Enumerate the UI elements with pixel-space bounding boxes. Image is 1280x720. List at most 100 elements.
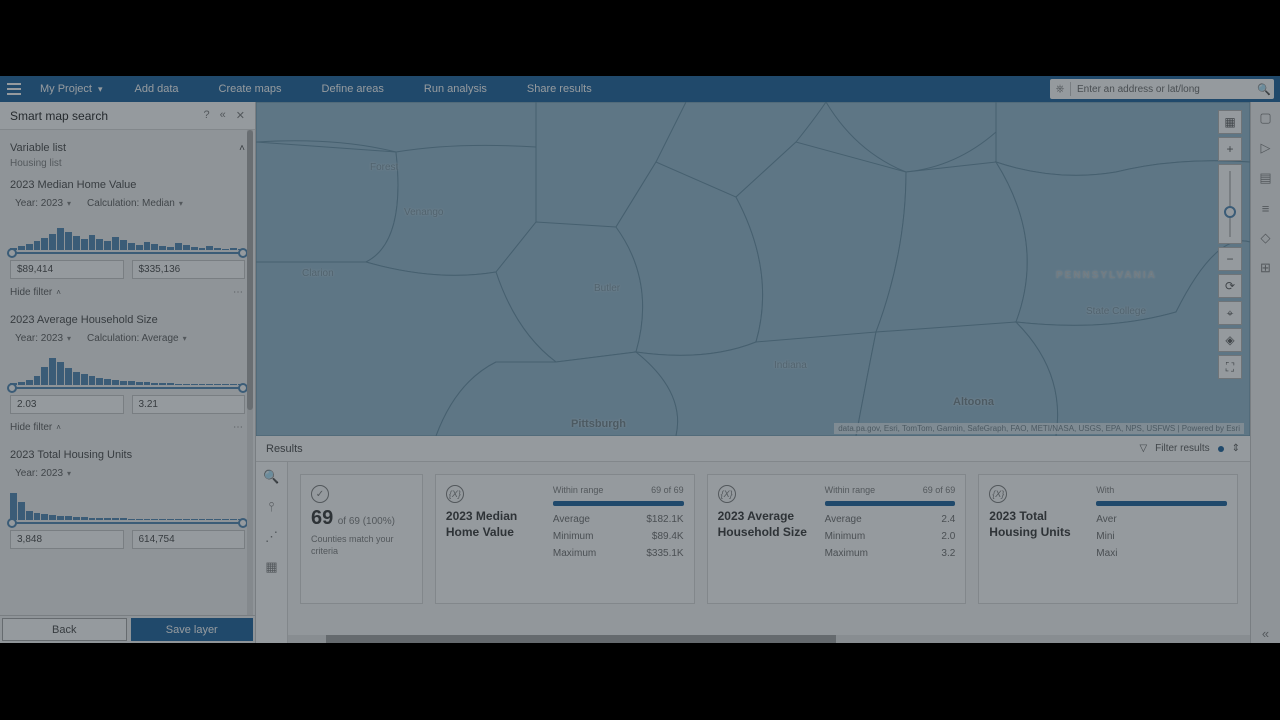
histogram-slider[interactable] xyxy=(10,486,245,526)
variable-icon: {X} xyxy=(989,485,1007,503)
compass-icon[interactable]: ◈ xyxy=(1218,328,1242,352)
menu-icon[interactable] xyxy=(0,76,28,102)
map-label: Indiana xyxy=(774,360,807,371)
tab-table-icon[interactable]: ▦ xyxy=(256,552,287,582)
metric-card: {X} 2023 Average Household Size Within r… xyxy=(707,474,967,604)
year-select[interactable]: Year: 2023▾ xyxy=(10,195,76,212)
nav-define-areas[interactable]: Define areas xyxy=(302,76,404,102)
nav-add-data[interactable]: Add data xyxy=(115,76,199,102)
range-min-input[interactable]: 2.03 xyxy=(10,395,124,414)
slider-handle-min[interactable] xyxy=(7,518,17,528)
variable-block: 2023 Median Home Value Year: 2023▾ Calcu… xyxy=(10,175,245,302)
calc-select[interactable]: Calculation: Median▾ xyxy=(82,195,188,212)
histogram-slider[interactable] xyxy=(10,216,245,256)
save-layer-button[interactable]: Save layer xyxy=(131,618,254,641)
rail-collapse-icon[interactable]: « xyxy=(1256,623,1276,643)
nav-share-results[interactable]: Share results xyxy=(507,76,612,102)
sidebar: Smart map search ? « ✕ Variable list˄ Ho… xyxy=(0,102,256,643)
range-max-input[interactable]: $335,136 xyxy=(132,260,246,279)
search-icon[interactable]: 🔍 xyxy=(1254,83,1274,96)
locate-icon[interactable]: ⌖ xyxy=(1218,301,1242,325)
metric-title: 2023 Total Housing Units xyxy=(989,509,1084,540)
search-input[interactable] xyxy=(1071,84,1254,95)
zoom-slider[interactable] xyxy=(1218,164,1242,244)
map-label: Pittsburgh xyxy=(571,418,626,430)
variable-list-header[interactable]: Variable list˄ xyxy=(10,138,245,158)
variable-list-sub: Housing list xyxy=(10,158,245,169)
top-bar: My Project▾ Add data Create maps Define … xyxy=(0,76,1280,102)
hide-filter-toggle[interactable]: Hide filter˄⋯ xyxy=(10,283,245,302)
chevron-down-icon: ▾ xyxy=(98,84,103,95)
nav-create-maps[interactable]: Create maps xyxy=(199,76,302,102)
rail-icon-3[interactable]: ▤ xyxy=(1256,168,1276,188)
help-icon[interactable]: ? xyxy=(204,109,210,122)
results-scrollbar[interactable] xyxy=(288,635,1250,643)
variable-icon: {X} xyxy=(718,485,736,503)
map-label: State College xyxy=(1086,306,1146,317)
stat-row: Minimum$89.4K xyxy=(553,531,684,542)
pin-icon: ⎈ xyxy=(1050,83,1070,96)
tab-chart-icon[interactable]: ⫯ xyxy=(256,492,287,522)
variable-block: 2023 Average Household Size Year: 2023▾ … xyxy=(10,310,245,437)
year-select[interactable]: Year: 2023▾ xyxy=(10,330,76,347)
hide-filter-toggle[interactable]: Hide filter˄⋯ xyxy=(10,418,245,437)
basemap-icon[interactable]: ▦ xyxy=(1218,110,1242,134)
metric-title: 2023 Median Home Value xyxy=(446,509,541,540)
progress-bar xyxy=(553,501,684,506)
rail-icon-4[interactable]: ≡ xyxy=(1256,198,1276,218)
range-min-input[interactable]: $89,414 xyxy=(10,260,124,279)
tab-scatter-icon[interactable]: ⋰ xyxy=(256,522,287,552)
range-max-input[interactable]: 3.21 xyxy=(132,395,246,414)
filter-results-button[interactable]: Filter results xyxy=(1155,443,1209,454)
histogram-slider[interactable] xyxy=(10,351,245,391)
filter-icon[interactable]: ▽ xyxy=(1139,443,1147,454)
results-expand-icon[interactable]: ⇕ xyxy=(1232,443,1240,454)
nav-run-analysis[interactable]: Run analysis xyxy=(404,76,507,102)
slider-handle-min[interactable] xyxy=(7,383,17,393)
results-panel: Results ▽ Filter results ⇕ 🔍 ⫯ ⋰ ▦ ✓ 69 … xyxy=(256,436,1250,643)
stat-row: Mini xyxy=(1096,531,1227,542)
zoom-out-button[interactable]: − xyxy=(1218,247,1242,271)
metric-card: {X} 2023 Median Home Value Within range6… xyxy=(435,474,695,604)
range-max-input[interactable]: 614,754 xyxy=(132,530,246,549)
map-attribution: data.pa.gov, Esri, TomTom, Garmin, SafeG… xyxy=(834,423,1244,434)
search-box[interactable]: ⎈ 🔍 xyxy=(1050,79,1274,99)
variable-title: 2023 Average Household Size xyxy=(10,310,245,330)
right-rail: ▢ ▷ ▤ ≡ ◇ ⊞ « xyxy=(1250,102,1280,643)
calc-select[interactable]: Calculation: Average▾ xyxy=(82,330,192,347)
year-select[interactable]: Year: 2023▾ xyxy=(10,465,76,482)
map-label: Butler xyxy=(594,283,620,294)
results-tabs: 🔍 ⫯ ⋰ ▦ xyxy=(256,462,288,643)
metric-card: {X} 2023 Total Housing Units With AverMi… xyxy=(978,474,1238,604)
project-selector[interactable]: My Project▾ xyxy=(28,83,115,95)
metric-title: 2023 Average Household Size xyxy=(718,509,813,540)
map-view[interactable]: ForestVenangoClarionButlerIndianaAltoona… xyxy=(256,102,1250,436)
stat-row: Maximum3.2 xyxy=(825,548,956,559)
check-icon: ✓ xyxy=(311,485,329,503)
stat-row: Minimum2.0 xyxy=(825,531,956,542)
variable-title: 2023 Median Home Value xyxy=(10,175,245,195)
slider-handle-min[interactable] xyxy=(7,248,17,258)
variable-title: 2023 Total Housing Units xyxy=(10,445,245,465)
rail-icon-2[interactable]: ▷ xyxy=(1256,138,1276,158)
map-controls: ▦ + − ⟳ ⌖ ◈ ⛶ xyxy=(1218,110,1244,379)
stat-row: Maximum$335.1K xyxy=(553,548,684,559)
collapse-icon[interactable]: « xyxy=(220,109,226,122)
home-icon[interactable]: ⟳ xyxy=(1218,274,1242,298)
rail-icon-5[interactable]: ◇ xyxy=(1256,228,1276,248)
rail-icon-1[interactable]: ▢ xyxy=(1256,108,1276,128)
stat-row: Maxi xyxy=(1096,548,1227,559)
tab-zoom-icon[interactable]: 🔍 xyxy=(256,462,287,492)
zoom-in-button[interactable]: + xyxy=(1218,137,1242,161)
close-icon[interactable]: ✕ xyxy=(236,109,245,122)
summary-card: ✓ 69 of 69 (100%) Counties match your cr… xyxy=(300,474,423,604)
map-label: Altoona xyxy=(953,396,994,408)
map-label: Venango xyxy=(404,207,444,218)
range-min-input[interactable]: 3,848 xyxy=(10,530,124,549)
stat-row: Aver xyxy=(1096,514,1227,525)
fullscreen-icon[interactable]: ⛶ xyxy=(1218,355,1242,379)
results-header: Results ▽ Filter results ⇕ xyxy=(256,436,1250,462)
back-button[interactable]: Back xyxy=(2,618,127,641)
sidebar-scrollbar[interactable] xyxy=(247,130,253,615)
rail-icon-6[interactable]: ⊞ xyxy=(1256,258,1276,278)
